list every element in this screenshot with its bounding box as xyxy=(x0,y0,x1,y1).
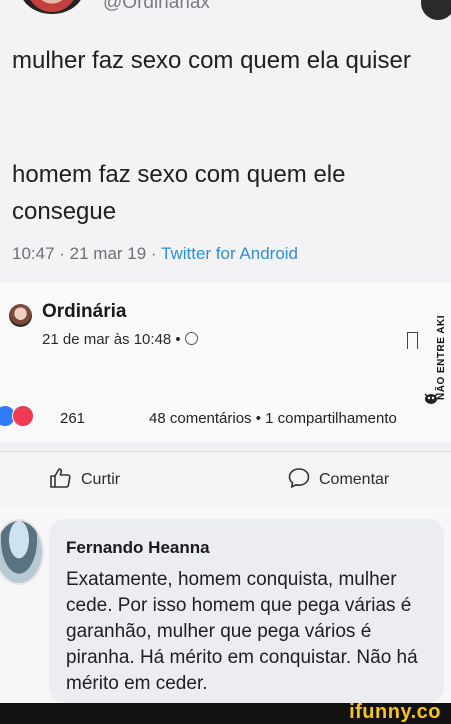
comment-label: Comentar xyxy=(319,471,390,488)
ifunny-logo[interactable]: ifunny.co xyxy=(349,701,441,724)
post-time: 21 de mar às 10:48 • xyxy=(42,331,198,348)
page-name[interactable]: Ordinária xyxy=(42,301,126,323)
thumbs-up-icon xyxy=(50,468,71,488)
comment-button[interactable]: Comentar xyxy=(287,466,389,490)
page-avatar[interactable] xyxy=(9,304,32,327)
watermark: NÃO ENTRE AKI xyxy=(420,290,448,410)
comment-section: Fernando Heanna Exatamente, homem conqui… xyxy=(0,507,451,703)
reaction-count[interactable]: 261 xyxy=(60,410,85,427)
comment-icon xyxy=(288,468,310,488)
comments-shares-count[interactable]: 48 comentários • 1 compartilhamento xyxy=(149,410,397,427)
tweet-avatar[interactable] xyxy=(20,0,84,14)
like-button[interactable]: Curtir xyxy=(49,466,120,490)
like-label: Curtir xyxy=(81,471,121,488)
watermark-text: NÃO ENTRE AKI xyxy=(436,314,447,400)
facebook-post: Ordinária 21 de mar às 10:48 • NÃO ENTRE… xyxy=(0,282,451,442)
commenter-name[interactable]: Fernando Heanna xyxy=(66,538,210,558)
top-right-icon xyxy=(421,0,451,20)
post-time-text: 21 de mar às 10:48 • xyxy=(42,331,181,348)
globe-icon xyxy=(184,332,198,345)
tweet-timestamp: 10:47 · 21 mar 19 · xyxy=(12,244,161,263)
comment-bubble: Fernando Heanna Exatamente, homem conqui… xyxy=(49,519,444,703)
tweet-handle[interactable]: @Ordinariax xyxy=(103,0,210,14)
tweet-source-link[interactable]: Twitter for Android xyxy=(161,244,298,263)
footer-bar: ifunny.co xyxy=(0,701,451,724)
commenter-avatar[interactable] xyxy=(0,519,44,585)
reactions[interactable] xyxy=(0,405,34,427)
love-reaction-icon xyxy=(12,405,34,427)
post-actions: Curtir Comentar xyxy=(0,452,451,507)
bookmark-icon[interactable] xyxy=(407,332,418,349)
tweet-meta: 10:47 · 21 mar 19 · Twitter for Android xyxy=(12,244,298,264)
comment-text: Exatamente, homem conquista, mulher cede… xyxy=(66,569,418,694)
tweet-card: @Ordinariax mulher faz sexo com quem ela… xyxy=(0,0,451,282)
tweet-text-line2: homem faz sexo com quem ele consegue xyxy=(12,161,346,225)
tweet-text-line1: mulher faz sexo com quem ela quiser xyxy=(12,47,411,74)
